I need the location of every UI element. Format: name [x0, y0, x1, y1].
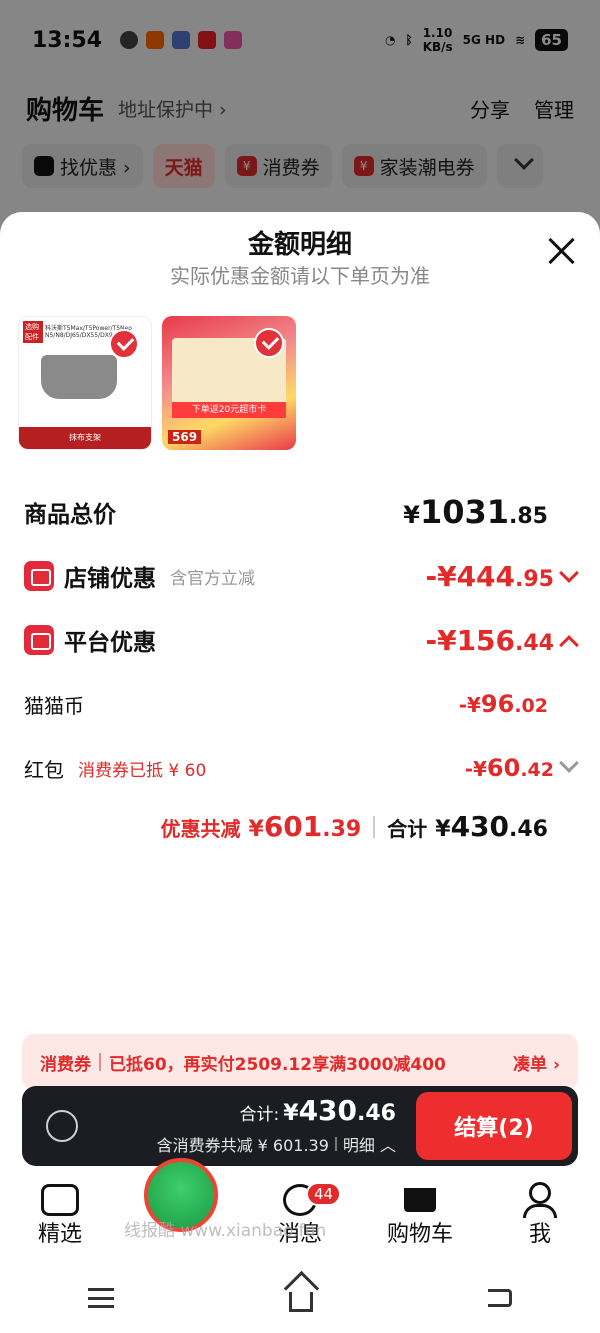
row-platform-discount[interactable]: 平台优惠 -¥ 156 .44	[0, 618, 600, 662]
sheet-subtitle: 实际优惠金额请以下单页为准	[170, 264, 430, 288]
chevron-down-icon[interactable]	[559, 562, 579, 583]
tab-cart[interactable]: 购物车	[360, 1172, 480, 1262]
product-price-tag: 569	[168, 430, 202, 444]
amount-int: 156	[456, 623, 516, 657]
add-items-link[interactable]: 凑单 ›	[513, 1050, 560, 1075]
chevron-up-icon[interactable]	[559, 634, 579, 655]
checkout-total-label: 合计:	[239, 1105, 280, 1125]
grand-total-dec: .46	[509, 817, 548, 842]
amount-dec: .42	[520, 759, 554, 781]
currency: -¥	[458, 693, 481, 717]
featured-icon	[41, 1184, 79, 1216]
red-packet-value: -¥ 60 .42	[464, 753, 579, 782]
product-thumbnail[interactable]: 下单返20元超市卡 569	[162, 316, 296, 450]
amount-dec: .85	[509, 504, 548, 529]
store-icon	[24, 561, 54, 591]
currency: ¥	[283, 1101, 299, 1126]
total-price-value: ¥ 1031 .85	[403, 493, 548, 531]
watermark: 线报酷 www.xianbao.fun	[124, 1221, 327, 1241]
coupon-banner[interactable]: 消费券 已抵60，再实付2509.12享满3000减400 凑单 ›	[22, 1034, 578, 1090]
platform-discount-label: 平台优惠	[64, 630, 156, 656]
row-red-packet[interactable]: 红包 消费券已抵 ¥ 60 -¥ 60 .42	[0, 746, 600, 790]
home-icon[interactable]	[288, 1291, 313, 1312]
product-thumbnails: 选购 配件 科沃斯T5Max/T5Power/T5Neo N5/N8/DJ65/…	[18, 316, 296, 450]
back-icon[interactable]	[488, 1288, 513, 1307]
store-discount-value: -¥ 444 .95	[425, 559, 579, 593]
product-thumbnail[interactable]: 选购 配件 科沃斯T5Max/T5Power/T5Neo N5/N8/DJ65/…	[18, 316, 152, 450]
menu-icon[interactable]	[87, 1287, 114, 1308]
divider	[99, 1053, 101, 1071]
currency: ¥	[248, 817, 264, 842]
summary-row: 优惠共减 ¥ 601 .39 合计 ¥ 430 .46	[161, 810, 549, 843]
amount-int: 60	[486, 754, 521, 782]
grand-total-label: 合计	[387, 817, 428, 841]
message-badge: 44	[306, 1182, 342, 1206]
checkmark-icon[interactable]	[109, 329, 139, 359]
cart-icon	[404, 1188, 436, 1212]
amount-dec: .95	[515, 566, 554, 592]
checkout-detail-text: 含消费券共减 ¥ 601.39	[156, 1136, 329, 1155]
currency: ¥	[403, 501, 420, 529]
amount-dec: .02	[514, 695, 548, 717]
currency: -¥	[425, 623, 457, 657]
discount-total-dec: .39	[322, 817, 362, 842]
divider	[334, 1137, 337, 1151]
sheet-title: 金额明细	[247, 230, 352, 260]
amount-int: 1031	[419, 493, 510, 531]
amount-int: 96	[480, 690, 515, 718]
row-maomao-coin: 猫猫币 -¥ 96 .02	[0, 682, 600, 726]
platform-discount-value: -¥ 156 .44	[425, 623, 579, 657]
amount-dec: .44	[515, 630, 554, 656]
maomao-coin-value: -¥ 96 .02	[459, 690, 548, 718]
amount-int: 444	[456, 559, 516, 593]
checkout-total: 合计: ¥ 430 .46	[240, 1094, 396, 1127]
tab-label: 精选	[37, 1222, 82, 1247]
currency: ¥	[435, 817, 451, 842]
discount-total-label: 优惠共减	[160, 817, 241, 841]
currency: -¥	[425, 559, 457, 593]
product-thumb-footer: 抹布支架	[19, 427, 151, 449]
checkout-detail: 含消费券共减 ¥ 601.39 明细 ︿	[157, 1132, 396, 1156]
checkout-total-dec: .46	[357, 1101, 396, 1126]
tab-label: 购物车	[386, 1222, 453, 1247]
total-price-label: 商品总价	[24, 502, 116, 528]
checkout-button[interactable]: 结算(2)	[416, 1092, 572, 1160]
row-store-discount[interactable]: 店铺优惠 含官方立减 -¥ 444 .95	[0, 554, 600, 598]
divider	[373, 815, 376, 838]
discount-total-int: 601	[263, 810, 323, 843]
row-total-price: 商品总价 ¥ 1031 .85	[0, 490, 600, 534]
store-discount-note: 含官方立减	[170, 568, 255, 589]
detail-toggle[interactable]: 明细 ︿	[343, 1132, 396, 1156]
platform-coupon-icon	[24, 625, 54, 655]
store-discount-label: 店铺优惠	[64, 566, 156, 592]
modal-overlay[interactable]	[0, 0, 600, 240]
tab-me[interactable]: 我	[480, 1172, 600, 1262]
red-packet-note: 消费券已抵 ¥ 60	[78, 760, 207, 781]
system-nav-bar	[0, 1262, 600, 1333]
person-icon-body	[523, 1204, 557, 1218]
chevron-down-icon[interactable]	[559, 753, 579, 773]
select-all-radio[interactable]	[46, 1110, 78, 1142]
checkmark-icon[interactable]	[254, 328, 284, 358]
tab-featured[interactable]: 精选	[0, 1172, 120, 1262]
checkout-bar: 合计: ¥ 430 .46 含消费券共减 ¥ 601.39 明细 ︿ 结算(2)	[22, 1086, 578, 1166]
coupon-tag: 消费券	[40, 1054, 91, 1075]
person-icon	[529, 1182, 551, 1204]
maomao-coin-label: 猫猫币	[24, 693, 84, 718]
product-badge: 选购 配件	[23, 321, 43, 343]
grand-total-int: 430	[450, 810, 510, 843]
coupon-text: 已抵60，再实付2509.12享满3000减400	[109, 1054, 446, 1075]
currency: -¥	[464, 757, 487, 781]
product-banner: 下单返20元超市卡	[172, 402, 286, 418]
red-packet-label: 红包	[24, 757, 64, 782]
tab-label: 我	[528, 1222, 551, 1247]
checkout-total-int: 430	[298, 1094, 358, 1127]
product-image	[41, 355, 117, 399]
close-icon[interactable]	[546, 236, 576, 266]
